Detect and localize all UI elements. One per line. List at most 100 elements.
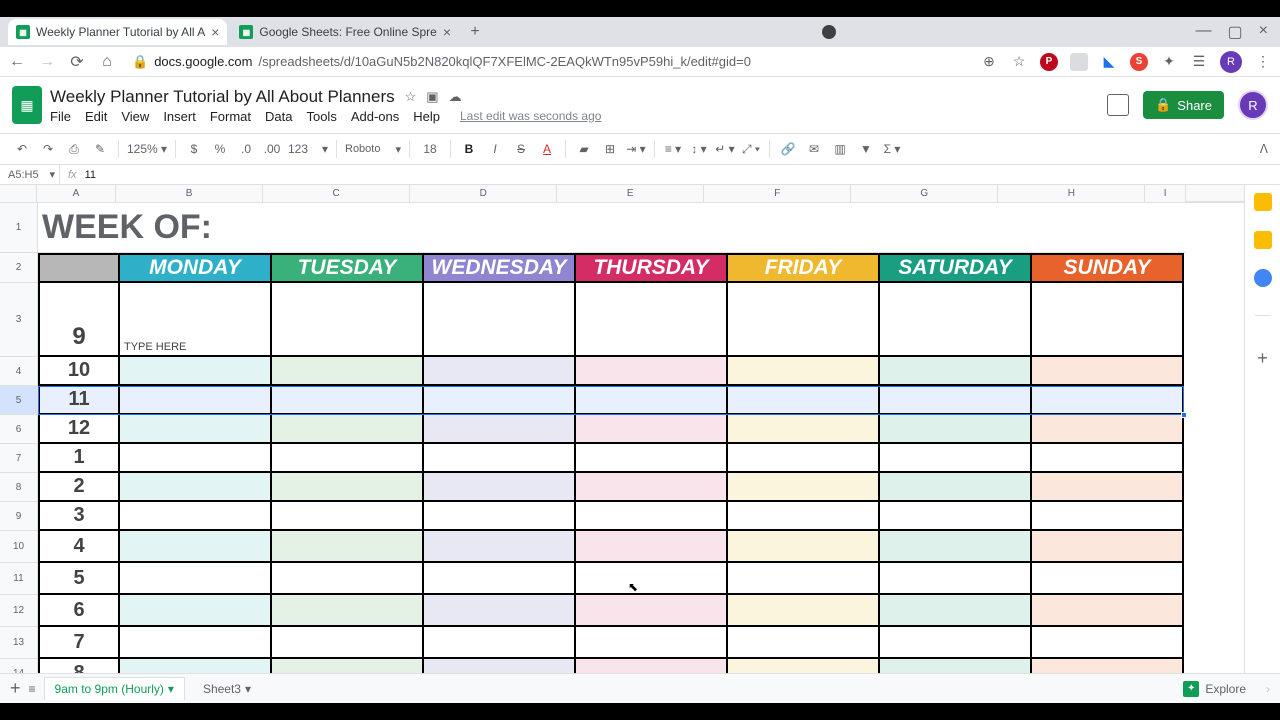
font-size-input[interactable]: 18 xyxy=(418,142,442,156)
new-tab-button[interactable]: + xyxy=(463,20,487,44)
planner-cell[interactable] xyxy=(272,357,424,386)
planner-cell[interactable] xyxy=(576,357,728,386)
day-header[interactable]: FRIDAY xyxy=(728,253,880,283)
planner-cell[interactable] xyxy=(576,473,728,502)
planner-cell[interactable] xyxy=(120,415,272,444)
move-icon[interactable]: ▣ xyxy=(426,89,438,105)
row-header[interactable]: 12 xyxy=(0,595,38,627)
profile-avatar[interactable]: R xyxy=(1220,51,1242,73)
document-title[interactable]: Weekly Planner Tutorial by All About Pla… xyxy=(50,87,395,107)
fill-color-icon[interactable]: ▰ xyxy=(574,142,594,156)
menu-item[interactable]: Tools xyxy=(306,109,336,124)
time-cell[interactable]: 12 xyxy=(38,415,120,444)
planner-cell[interactable] xyxy=(880,386,1032,415)
horizontal-align-icon[interactable]: ≡ ▾ xyxy=(663,142,683,156)
planner-cell[interactable] xyxy=(272,415,424,444)
row-header[interactable]: 2 xyxy=(0,253,38,283)
back-icon[interactable]: ← xyxy=(8,53,26,71)
name-box[interactable]: A5:H5▾ xyxy=(0,165,60,184)
font-dropdown[interactable]: Roboto▾ xyxy=(345,143,401,156)
planner-cell[interactable] xyxy=(120,531,272,563)
italic-icon[interactable]: I xyxy=(485,142,505,156)
text-wrap-icon[interactable]: ↵ ▾ xyxy=(715,142,735,156)
print-icon[interactable]: ⎙ xyxy=(64,142,84,157)
planner-cell[interactable] xyxy=(880,283,1032,357)
day-header[interactable]: TUESDAY xyxy=(272,253,424,283)
functions-icon[interactable]: Σ ▾ xyxy=(882,142,902,156)
planner-cell[interactable] xyxy=(728,386,880,415)
planner-cell[interactable] xyxy=(272,444,424,473)
percent-icon[interactable]: % xyxy=(210,142,230,156)
sheet-tab[interactable]: Sheet3▾ xyxy=(193,678,261,700)
menu-item[interactable]: Help xyxy=(413,109,440,124)
planner-cell[interactable] xyxy=(424,473,576,502)
planner-cell[interactable] xyxy=(120,444,272,473)
time-cell[interactable]: 7 xyxy=(38,627,120,659)
chrome-account-indicator[interactable] xyxy=(822,25,836,39)
comment-icon[interactable]: ✉ xyxy=(804,142,824,156)
home-icon[interactable]: ⌂ xyxy=(98,53,116,71)
planner-cell[interactable] xyxy=(272,502,424,531)
planner-cell[interactable] xyxy=(1032,415,1184,444)
planner-cell[interactable] xyxy=(728,502,880,531)
minimize-icon[interactable]: — xyxy=(1196,22,1212,42)
bold-icon[interactable]: B xyxy=(459,142,479,156)
time-cell[interactable]: 2 xyxy=(38,473,120,502)
text-color-icon[interactable]: A xyxy=(537,142,557,156)
time-cell[interactable]: 3 xyxy=(38,502,120,531)
vertical-align-icon[interactable]: ↕ ▾ xyxy=(689,142,709,156)
decrease-decimal-icon[interactable]: .0 xyxy=(236,142,256,156)
collapse-toolbar-icon[interactable]: ᐱ xyxy=(1260,142,1268,156)
planner-cell[interactable] xyxy=(728,563,880,595)
zoom-icon[interactable]: ⊕ xyxy=(980,53,998,71)
row-header[interactable]: 10 xyxy=(0,531,38,563)
planner-cell[interactable] xyxy=(576,283,728,357)
planner-cell[interactable] xyxy=(424,415,576,444)
planner-cell[interactable] xyxy=(880,595,1032,627)
pinterest-icon[interactable]: P xyxy=(1040,53,1058,71)
planner-cell[interactable] xyxy=(1032,531,1184,563)
browser-tab-inactive[interactable]: ▦ Google Sheets: Free Online Spre × xyxy=(231,19,459,45)
planner-cell[interactable] xyxy=(576,595,728,627)
planner-cell[interactable] xyxy=(576,531,728,563)
format-dropdown[interactable]: 123▾ xyxy=(288,142,328,156)
star-icon[interactable]: ☆ xyxy=(405,89,417,105)
planner-cell[interactable] xyxy=(424,595,576,627)
planner-cell[interactable] xyxy=(576,627,728,659)
planner-cell[interactable] xyxy=(120,595,272,627)
row-header[interactable]: 7 xyxy=(0,444,38,473)
forward-icon[interactable]: → xyxy=(38,53,56,71)
extension-icon[interactable] xyxy=(1070,53,1088,71)
planner-cell[interactable] xyxy=(1032,357,1184,386)
column-header[interactable]: F xyxy=(704,185,851,202)
menu-item[interactable]: Edit xyxy=(85,109,107,124)
planner-cell[interactable] xyxy=(424,386,576,415)
undo-icon[interactable]: ↶ xyxy=(12,142,32,156)
day-header[interactable]: MONDAY xyxy=(120,253,272,283)
menu-item[interactable]: Format xyxy=(210,109,251,124)
row-header[interactable]: 13 xyxy=(0,627,38,659)
paint-format-icon[interactable]: ✎ xyxy=(90,142,110,156)
time-cell[interactable]: 9 xyxy=(38,283,120,357)
menu-item[interactable]: Data xyxy=(265,109,292,124)
planner-cell[interactable] xyxy=(272,563,424,595)
formula-input[interactable]: 11 xyxy=(85,169,1280,181)
row-header[interactable]: 1 xyxy=(0,203,38,253)
column-header[interactable]: I xyxy=(1145,185,1186,202)
filter-icon[interactable]: ▼ xyxy=(856,142,876,156)
close-window-icon[interactable]: × xyxy=(1259,22,1268,42)
planner-cell[interactable] xyxy=(576,563,728,595)
text-rotation-icon[interactable]: ⤢ ▾ xyxy=(741,142,761,157)
reload-icon[interactable]: ⟳ xyxy=(68,52,86,72)
borders-icon[interactable]: ⊞ xyxy=(600,142,620,156)
planner-cell[interactable] xyxy=(424,531,576,563)
planner-cell[interactable] xyxy=(424,283,576,357)
planner-cell[interactable] xyxy=(272,283,424,357)
planner-cell[interactable] xyxy=(1032,386,1184,415)
planner-cell[interactable] xyxy=(1032,444,1184,473)
merge-cells-icon[interactable]: ⇥ ▾ xyxy=(626,142,646,156)
time-cell[interactable]: 1 xyxy=(38,444,120,473)
planner-cell[interactable] xyxy=(424,502,576,531)
row-header[interactable]: 5 xyxy=(0,386,38,415)
insert-chart-icon[interactable]: ▥ xyxy=(830,142,850,156)
